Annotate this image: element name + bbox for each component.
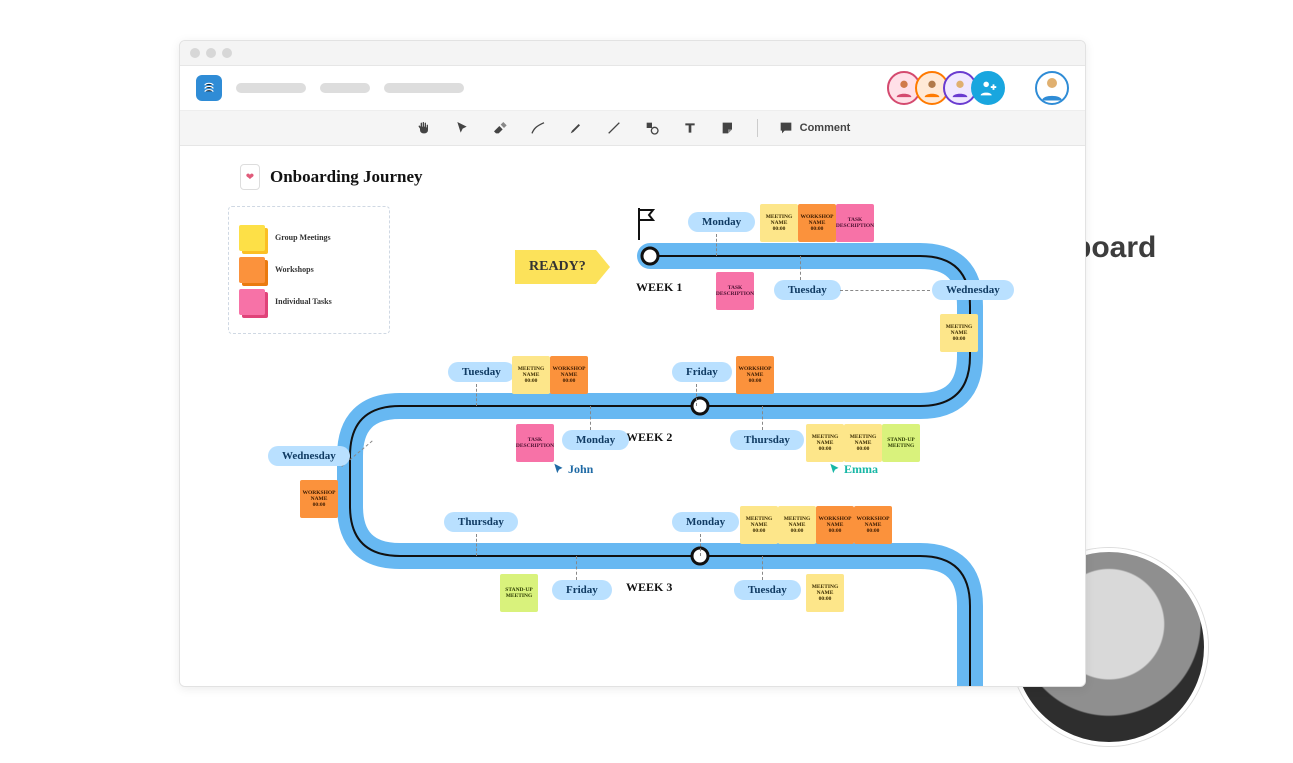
day-pill[interactable]: Tuesday <box>448 362 515 382</box>
sticky-note[interactable]: MEETING NAME00:00 <box>760 204 798 242</box>
connector-line <box>800 256 802 280</box>
day-pill[interactable]: Wednesday <box>268 446 350 466</box>
window-dot-icon <box>222 48 232 58</box>
day-pill[interactable]: Monday <box>688 212 755 232</box>
sticky-note[interactable]: MEETING NAME00:00 <box>740 506 778 544</box>
comment-button[interactable]: Comment <box>778 120 851 136</box>
app-header <box>180 66 1085 111</box>
app-window: Comment Onboarding Journey Group Meeting… <box>179 40 1086 687</box>
sticky-note[interactable]: TASK DESCRIPTION <box>836 204 874 242</box>
sticky-note[interactable]: MEETING NAME00:00 <box>940 314 978 352</box>
connector-line <box>590 406 592 430</box>
connector-line <box>762 406 764 430</box>
line-tool-icon[interactable] <box>605 119 623 137</box>
board-canvas[interactable]: Onboarding Journey Group Meetings Worksh… <box>180 146 1085 687</box>
window-dot-icon <box>206 48 216 58</box>
sticky-note[interactable]: TASK DESCRIPTION <box>516 424 554 462</box>
user-cursor: John <box>552 462 593 477</box>
day-pill[interactable]: Tuesday <box>774 280 841 300</box>
sticky-note[interactable]: MEETING NAME00:00 <box>778 506 816 544</box>
marker-tool-icon[interactable] <box>567 119 585 137</box>
comment-button-label: Comment <box>800 122 851 134</box>
sticky-note[interactable]: MEETING NAME00:00 <box>806 574 844 612</box>
day-pill[interactable]: Tuesday <box>734 580 801 600</box>
pan-tool-icon[interactable] <box>415 119 433 137</box>
connector-line <box>476 534 478 556</box>
sticky-note[interactable]: WORKSHOP NAME00:00 <box>798 204 836 242</box>
sticky-note[interactable]: WORKSHOP NAME00:00 <box>300 480 338 518</box>
connector-line <box>762 556 764 580</box>
sticky-note[interactable]: TASK DESCRIPTION <box>716 272 754 310</box>
user-cursor: Emma <box>828 462 878 477</box>
sticky-note[interactable]: STAND-UP MEETING <box>500 574 538 612</box>
day-pill[interactable]: Thursday <box>730 430 804 450</box>
window-dot-icon <box>190 48 200 58</box>
connector-line <box>476 384 478 406</box>
sticky-note[interactable]: STAND-UP MEETING <box>882 424 920 462</box>
connector-line <box>576 556 578 580</box>
breadcrumb-placeholder <box>320 83 370 93</box>
select-tool-icon[interactable] <box>453 119 471 137</box>
sticky-note[interactable]: MEETING NAME00:00 <box>806 424 844 462</box>
week-label: WEEK 1 <box>636 280 682 295</box>
start-flag-icon <box>635 208 657 245</box>
sticky-tool-icon[interactable] <box>719 119 737 137</box>
day-pill[interactable]: Friday <box>672 362 732 382</box>
day-pill[interactable]: Wednesday <box>932 280 1014 300</box>
app-logo-icon[interactable] <box>196 75 222 101</box>
connector-line <box>696 384 698 406</box>
collaborator-avatars <box>893 71 1005 105</box>
breadcrumb-placeholder <box>236 83 306 93</box>
eraser-tool-icon[interactable] <box>491 119 509 137</box>
toolbar-separator <box>757 119 758 137</box>
sticky-note[interactable]: WORKSHOP NAME00:00 <box>736 356 774 394</box>
window-chrome-bar <box>180 41 1085 66</box>
sticky-note[interactable]: WORKSHOP NAME00:00 <box>550 356 588 394</box>
sticky-note[interactable]: WORKSHOP NAME00:00 <box>854 506 892 544</box>
pen-tool-icon[interactable] <box>529 119 547 137</box>
sticky-note[interactable]: MEETING NAME00:00 <box>844 424 882 462</box>
breadcrumb-placeholder <box>384 83 464 93</box>
add-collaborator-button[interactable] <box>971 71 1005 105</box>
week-label: WEEK 3 <box>626 580 672 595</box>
connector-line <box>716 234 718 256</box>
current-user-avatar[interactable] <box>1035 71 1069 105</box>
week-label: WEEK 2 <box>626 430 672 445</box>
day-pill[interactable]: Monday <box>672 512 739 532</box>
connector-line <box>840 290 930 292</box>
sticky-note[interactable]: WORKSHOP NAME00:00 <box>816 506 854 544</box>
sticky-note[interactable]: MEETING NAME00:00 <box>512 356 550 394</box>
toolbar: Comment <box>180 111 1085 146</box>
connector-line <box>700 534 702 556</box>
shape-tool-icon[interactable] <box>643 119 661 137</box>
day-pill[interactable]: Thursday <box>444 512 518 532</box>
day-pill[interactable]: Monday <box>562 430 629 450</box>
text-tool-icon[interactable] <box>681 119 699 137</box>
day-pill[interactable]: Friday <box>552 580 612 600</box>
